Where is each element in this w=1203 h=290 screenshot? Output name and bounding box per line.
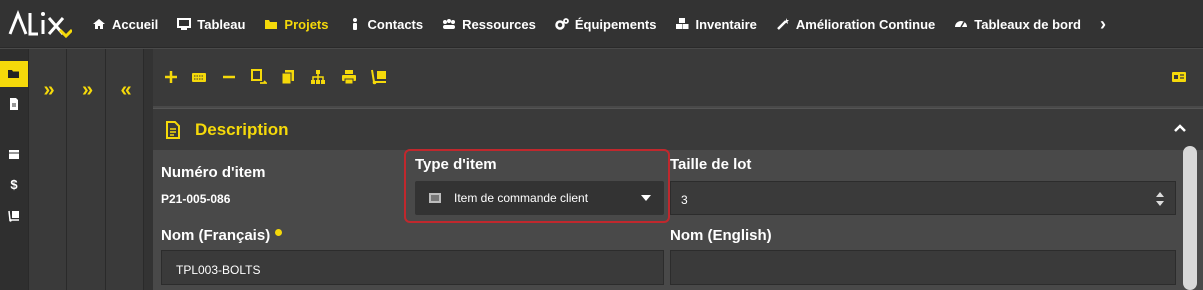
vertical-scrollbar[interactable] [1183,146,1197,290]
nav-item-tableau[interactable]: Tableau [177,17,245,32]
document-icon [166,121,180,139]
dolly-icon [8,210,19,222]
nav-item-accueil[interactable]: Accueil [92,17,158,32]
expand-column-button[interactable]: » [29,79,66,102]
nav-item-tableaux-de-bord[interactable]: Tableaux de bord [954,17,1081,32]
name-fr-label: Nom (Français) [161,227,283,244]
lot-size-label: Taille de lot [670,156,752,173]
hierarchy-button[interactable] [310,69,326,85]
copy-to-button[interactable] [251,69,269,85]
left-icon-sidebar: $ [0,49,28,290]
cogs-icon [555,18,569,30]
duplicate-icon [281,70,294,85]
dollar-icon: $ [10,176,18,192]
file-icon [10,98,18,110]
name-fr-input[interactable]: TPL003-BOLTS [161,250,664,285]
id-card-icon [1172,72,1186,82]
column-divider [143,49,153,290]
print-button[interactable] [341,69,357,85]
person-icon [352,18,357,30]
nav-label: Contacts [367,16,424,32]
nav-item-inventaire[interactable]: Inventaire [675,16,757,32]
dolly-icon [371,69,386,85]
sidebar-shipping-button[interactable] [0,203,28,229]
ship-button[interactable] [371,69,387,85]
description-header[interactable]: Description [153,108,1203,150]
sidebar-projects-button[interactable] [0,61,28,87]
folder-open-icon [8,70,19,78]
spinner-arrows-icon[interactable] [1155,190,1165,208]
tree-column-3: « [105,49,143,290]
sidebar-box-button[interactable] [0,141,28,167]
item-type-select[interactable]: Item de commande client [415,181,664,215]
expand-column-button[interactable]: » [67,79,105,102]
folder-icon [265,20,278,29]
tree-column-1: » [28,49,66,290]
nav-item-ressources[interactable]: Ressources [442,17,536,32]
nav-label: Équipements [574,16,657,32]
nav-item-equipements[interactable]: Équipements [555,16,657,32]
item-type-value: Item de commande client [454,191,589,205]
item-number-value: P21-005-086 [161,192,231,206]
keyboard-icon [192,73,206,82]
nav-label: Ressources [462,16,536,32]
gauge-icon [955,21,968,28]
alix-logo[interactable] [8,10,72,38]
nav-label: Inventaire [695,16,757,32]
print-icon [342,70,356,85]
nav-label: Accueil [112,16,159,32]
sidebar-document-button[interactable] [0,91,28,117]
tree-column-2: » [66,49,105,290]
nav-label: Tableau [197,16,246,32]
nav-item-amelioration-continue[interactable]: Amélioration Continue [776,17,935,32]
section-title: Description [195,120,289,139]
wand-icon [777,18,789,30]
keyboard-button[interactable] [191,69,207,85]
nav-label: Tableaux de bord [974,16,1081,32]
item-type-label: Type d'item [415,156,497,173]
box-icon [9,150,19,159]
name-fr-value: TPL003-BOLTS [176,263,261,277]
caret-down-icon [641,195,651,201]
add-icon [165,71,177,83]
nav-more-arrow[interactable]: › [1100,14,1106,35]
nav-label: Amélioration Continue [795,16,936,32]
item-toolbar [153,49,1203,106]
remove-icon [223,75,235,79]
home-icon [93,19,105,29]
item-number-label: Numéro d'item [161,164,266,181]
boxes-icon [676,18,689,29]
chevron-up-icon[interactable] [1173,121,1187,135]
remove-button[interactable] [221,69,237,85]
monitor-icon [177,18,192,30]
nav-item-contacts[interactable]: Contacts [348,16,424,32]
hierarchy-icon [311,70,325,84]
add-button[interactable] [163,69,179,85]
nav-item-projets[interactable]: Projets [264,16,329,32]
duplicate-button[interactable] [280,69,296,85]
list-icon [429,193,441,203]
lot-size-input[interactable]: 3 [670,181,1176,215]
nav-label: Projets [284,16,329,32]
id-card-button[interactable] [1171,69,1187,85]
sidebar-cost-button[interactable]: $ [0,171,28,197]
top-navigation-bar: Accueil Tableau Projets Contacts Ressour… [0,0,1203,48]
collapse-column-button[interactable]: « [106,79,143,102]
name-fr-label-text: Nom (Français) [161,227,271,244]
lot-size-value: 3 [681,193,688,207]
copy-to-icon [251,69,269,84]
name-en-label: Nom (English) [670,227,772,244]
users-icon [443,19,456,29]
main-nav: Accueil Tableau Projets Contacts Ressour… [92,0,1106,48]
name-en-input[interactable] [670,250,1176,285]
required-dot-icon [275,229,283,236]
